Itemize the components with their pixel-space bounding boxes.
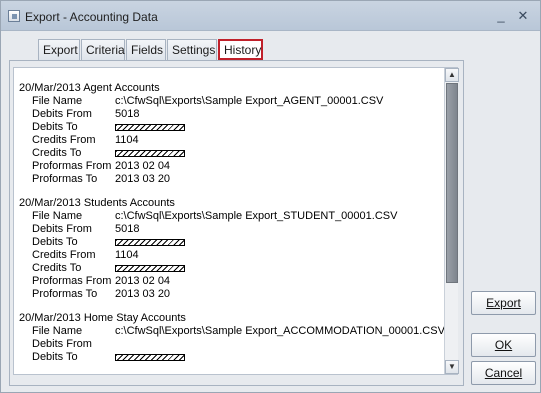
tab-export[interactable]: Export: [38, 39, 80, 61]
empty-value-hatch: [115, 239, 185, 246]
history-row-value: 2013 02 04: [115, 160, 171, 172]
history-row-label: Credits To: [32, 147, 82, 159]
history-row: Debits From 5018: [19, 223, 439, 236]
history-row-label: Debits To: [32, 351, 78, 363]
history-group-header: 20/Mar/2013 Students Accounts: [19, 197, 175, 209]
history-row: Debits To: [19, 351, 439, 364]
history-row: Credits From 1104: [19, 134, 439, 147]
history-row-value: 1104: [115, 134, 139, 146]
title-bar: Export - Accounting Data _ ✕: [1, 1, 540, 31]
history-row-value: 2013 02 04: [115, 275, 171, 287]
history-row: File Name c:\CfwSql\Exports\Sample Export…: [19, 325, 445, 338]
empty-value-hatch: [115, 354, 185, 361]
history-row-label: Debits From: [32, 338, 92, 350]
scroll-up-icon[interactable]: ▲: [445, 68, 459, 82]
history-row-label: File Name: [32, 95, 83, 107]
history-row: File Name c:\CfwSql\Exports\Sample Export…: [19, 95, 439, 108]
history-row: Debits To: [19, 121, 439, 134]
ok-button[interactable]: OK: [471, 333, 536, 357]
history-row-label: File Name: [32, 325, 83, 337]
cancel-button[interactable]: Cancel: [471, 361, 536, 385]
export-dialog: Export - Accounting Data _ ✕ Export Crit…: [0, 0, 541, 393]
history-row: Debits To: [19, 236, 439, 249]
history-group-header: 20/Mar/2013 Agent Accounts: [19, 82, 160, 94]
history-row-label: Proformas From: [32, 275, 112, 287]
tab-fields[interactable]: Fields: [126, 39, 166, 61]
history-row-label: Credits From: [32, 134, 96, 146]
history-row-label: Debits From: [32, 223, 92, 235]
history-row-value: c:\CfwSql\Exports\Sample Export_STUDENT_…: [115, 210, 398, 222]
history-row: Credits To: [19, 262, 439, 275]
history-row: Proformas From 2013 02 04: [19, 275, 439, 288]
tab-criteria[interactable]: Criteria: [81, 39, 125, 61]
history-row: Debits From 5018: [19, 108, 439, 121]
history-row-value: 5018: [115, 223, 140, 235]
history-row-value: c:\CfwSql\Exports\Sample Export_ACCOMMOD…: [115, 325, 445, 337]
history-row-label: Proformas To: [32, 288, 98, 300]
tab-history[interactable]: History: [218, 39, 263, 60]
history-content: 20/Mar/2013 Agent Accounts File Name c:\Cf…: [19, 82, 445, 374]
app-icon: [8, 10, 20, 22]
history-row: Proformas From 2013 02 04: [19, 160, 439, 173]
window-title: Export - Accounting Data: [25, 10, 158, 24]
history-group: 20/Mar/2013 Students Accounts File Name c:…: [19, 197, 439, 301]
history-row-value: 1104: [115, 249, 139, 261]
history-row-value: 5018: [115, 108, 140, 120]
history-row-label: Debits To: [32, 236, 78, 248]
export-button[interactable]: Export: [471, 291, 536, 315]
history-row: File Name c:\CfwSql\Exports\Sample Export…: [19, 210, 439, 223]
vertical-scrollbar[interactable]: ▲ ▼: [444, 68, 459, 374]
close-icon[interactable]: ✕: [516, 9, 530, 23]
history-row-label: File Name: [32, 210, 83, 222]
history-group: 20/Mar/2013 Home Stay Accounts File Name c…: [19, 312, 445, 364]
scroll-down-icon[interactable]: ▼: [445, 360, 459, 374]
history-row-label: Proformas From: [32, 160, 112, 172]
history-row: Debits From: [19, 338, 439, 351]
history-row-label: Debits To: [32, 121, 78, 133]
history-row-value: 2013 03 20: [115, 288, 171, 300]
history-row: Credits To: [19, 147, 439, 160]
history-row: Proformas To 2013 03 20: [19, 288, 439, 301]
history-row-label: Credits To: [32, 262, 82, 274]
history-row-label: Credits From: [32, 249, 96, 261]
empty-value-hatch: [115, 265, 185, 272]
history-row-label: Proformas To: [32, 173, 98, 185]
history-row: Credits From 1104: [19, 249, 439, 262]
history-row-value: 2013 03 20: [115, 173, 171, 185]
scroll-thumb[interactable]: [446, 83, 458, 283]
empty-value-hatch: [115, 124, 185, 131]
history-row-value: c:\CfwSql\Exports\Sample Export_AGENT_00…: [115, 95, 384, 107]
minimize-icon[interactable]: _: [494, 9, 508, 23]
history-list[interactable]: 20/Mar/2013 Agent Accounts File Name c:\Cf…: [13, 67, 458, 375]
empty-value-hatch: [115, 150, 185, 157]
history-row: Proformas To 2013 03 20: [19, 173, 439, 186]
history-group: 20/Mar/2013 Agent Accounts File Name c:\Cf…: [19, 82, 439, 186]
history-row-label: Debits From: [32, 108, 92, 120]
tab-settings[interactable]: Settings: [167, 39, 217, 61]
history-group-header: 20/Mar/2013 Home Stay Accounts: [19, 312, 186, 324]
